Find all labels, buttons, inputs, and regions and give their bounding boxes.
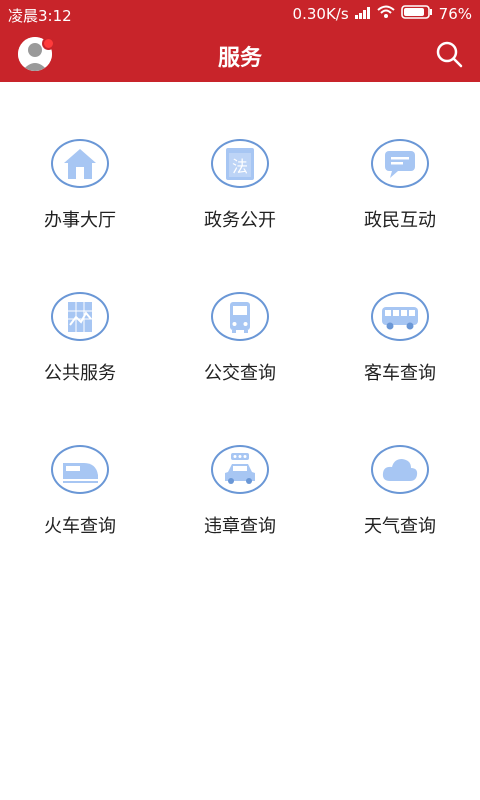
status-bar: 凌晨3:12 0.30K/s 76% [0, 0, 480, 28]
service-train[interactable]: 火车查询 [0, 388, 160, 538]
house-icon [51, 139, 109, 188]
service-label: 办事大厅 [44, 210, 116, 231]
chart-board-icon [51, 292, 109, 341]
signal-icon [354, 5, 371, 23]
battery-icon [400, 5, 433, 23]
chat-bubble-icon [371, 139, 429, 188]
service-label: 违章查询 [204, 516, 276, 537]
law-book-icon: 法 [211, 139, 269, 188]
page-title: 服务 [217, 46, 262, 71]
service-label: 政民互动 [364, 210, 436, 231]
service-bus[interactable]: 公交查询 [160, 235, 320, 385]
network-speed: 0.30K/s [292, 5, 349, 23]
service-label: 天气查询 [364, 516, 436, 537]
status-indicators: 0.30K/s 76% [293, 5, 472, 23]
wifi-icon [376, 5, 395, 23]
service-label: 政务公开 [204, 210, 276, 231]
service-label: 公交查询 [204, 363, 276, 384]
battery-level: 76% [438, 5, 472, 23]
app-bar: 服务 [0, 28, 480, 82]
service-coach[interactable]: 客车查询 [320, 235, 480, 385]
service-gov-public[interactable]: 法 政务公开 [160, 82, 320, 232]
train-icon [51, 445, 109, 494]
cloud-icon [371, 445, 429, 494]
service-office-hall[interactable]: 办事大厅 [0, 82, 160, 232]
bus-icon [211, 292, 269, 341]
service-label: 火车查询 [44, 516, 116, 537]
search-icon [436, 41, 463, 68]
search-button[interactable] [434, 39, 464, 69]
coach-icon [371, 292, 429, 341]
service-violation[interactable]: 违章查询 [160, 388, 320, 538]
service-label: 公共服务 [44, 363, 116, 384]
svg-text:法: 法 [232, 157, 248, 176]
service-weather[interactable]: 天气查询 [320, 388, 480, 538]
service-interaction[interactable]: 政民互动 [320, 82, 480, 232]
status-time: 凌晨3:12 [8, 7, 72, 25]
car-icon [211, 445, 269, 494]
service-label: 客车查询 [364, 363, 436, 384]
top-bar: 凌晨3:12 0.30K/s 76% 服务 [0, 0, 480, 82]
service-public[interactable]: 公共服务 [0, 235, 160, 385]
